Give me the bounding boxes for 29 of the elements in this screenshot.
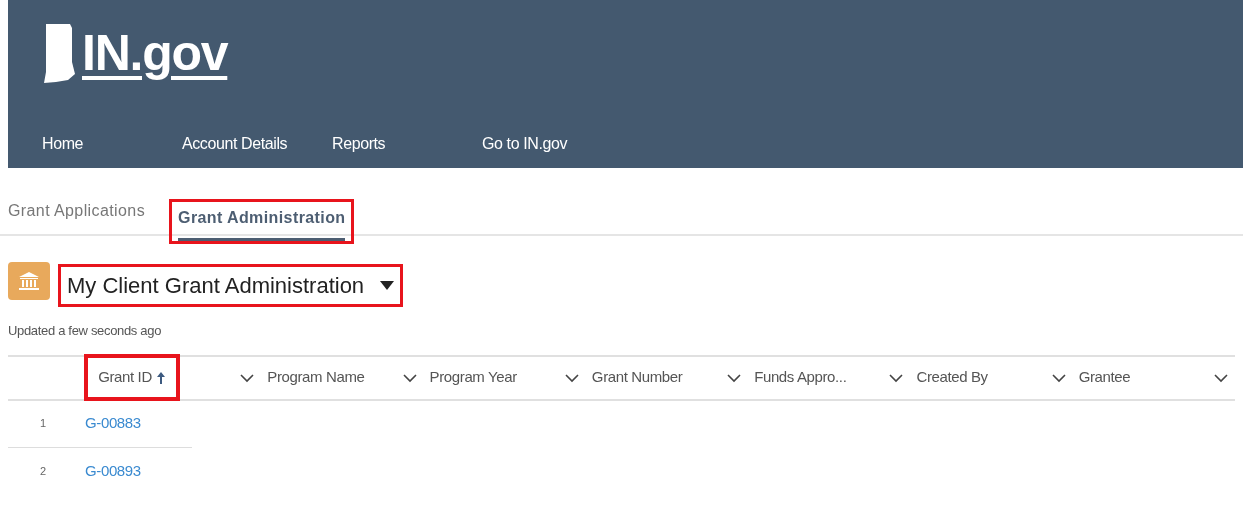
nav-link[interactable]: Home <box>42 132 182 156</box>
grant-id-link[interactable]: G-00893 <box>85 459 141 483</box>
state-outline-icon <box>42 22 78 84</box>
column-header[interactable]: Grant Number <box>585 362 689 393</box>
updated-text: Updated a few seconds ago <box>7 322 163 340</box>
site-logo[interactable]: IN.gov <box>82 28 228 78</box>
row-number: 1 <box>39 416 48 432</box>
column-header[interactable]: Funds Appro... <box>748 362 853 393</box>
bank-icon <box>8 262 50 300</box>
column-header[interactable]: Program Year <box>423 362 523 393</box>
chevron-down-icon[interactable] <box>888 372 905 383</box>
chevron-down-icon[interactable] <box>563 372 580 383</box>
dropdown-caret-icon <box>380 281 395 290</box>
chevron-down-icon[interactable] <box>1050 372 1067 383</box>
chevron-down-icon[interactable] <box>1213 372 1229 383</box>
column-header[interactable]: Program Name <box>261 362 371 393</box>
grant-id-link[interactable]: G-00883 <box>85 412 141 435</box>
chevron-down-icon[interactable] <box>401 372 418 383</box>
column-header[interactable]: Created By <box>910 362 994 393</box>
chevron-down-icon[interactable] <box>239 372 256 383</box>
column-header[interactable]: Grantee <box>1072 362 1137 393</box>
row-number: 2 <box>39 463 48 479</box>
nav-link[interactable]: Go to IN.gov <box>482 132 632 156</box>
list-view-selector[interactable]: My Client Grant Administration <box>58 264 404 307</box>
nav-link[interactable]: Reports <box>332 132 482 156</box>
tab[interactable]: Grant Applications <box>8 199 146 234</box>
column-header[interactable]: Grant ID <box>84 354 180 401</box>
chevron-down-icon[interactable] <box>726 372 743 383</box>
nav-link[interactable]: Account Details <box>182 132 332 156</box>
